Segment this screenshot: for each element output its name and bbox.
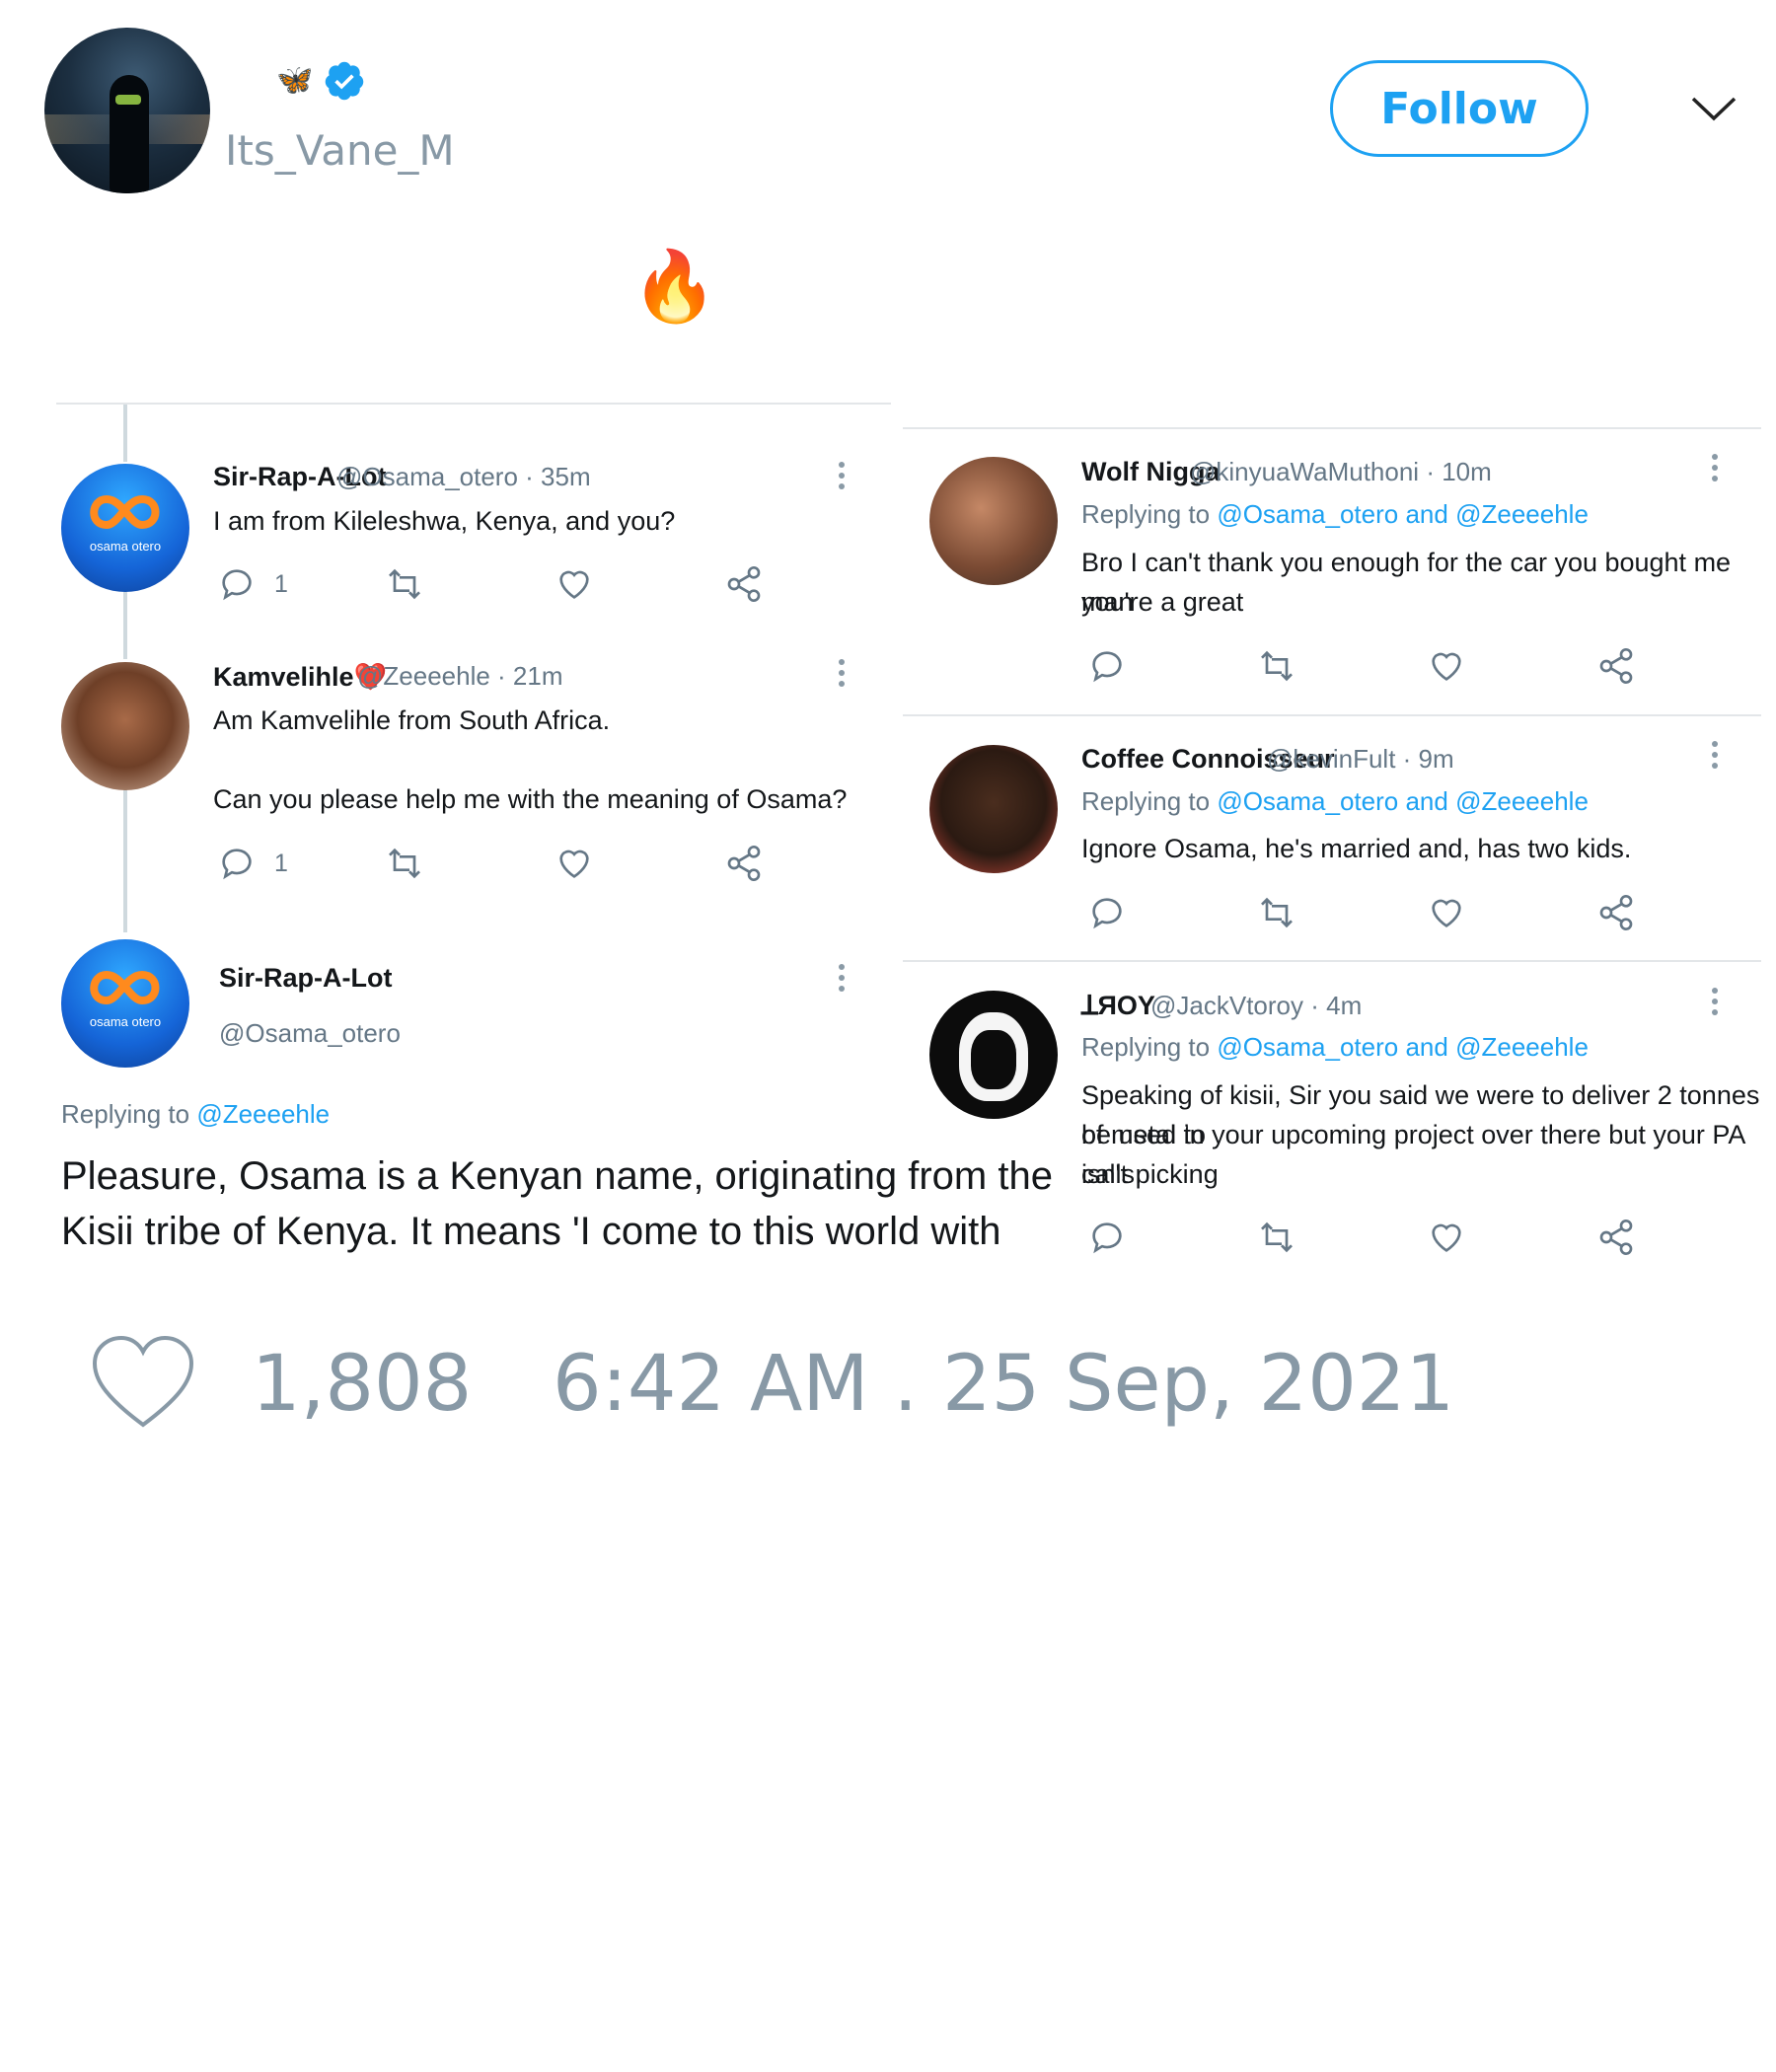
replying-to-label: Replying to xyxy=(1081,1032,1211,1062)
more-icon[interactable] xyxy=(1711,454,1719,487)
share-icon[interactable] xyxy=(724,844,764,883)
main-author-name[interactable]: Sir-Rap-A-Lot xyxy=(219,963,392,994)
author-display-name[interactable]: 🦋 xyxy=(276,61,366,101)
reply-author-handle[interactable]: @kevinFult xyxy=(1267,744,1395,774)
reply-author-handle[interactable]: @JackVtoroy xyxy=(1150,991,1303,1020)
reply-time: · 10m xyxy=(1426,457,1492,486)
reply-author-handle[interactable]: @kinyuaWaMuthoni xyxy=(1190,457,1419,486)
avatar[interactable] xyxy=(929,745,1058,873)
retweet-icon[interactable] xyxy=(1257,1218,1296,1257)
tweet-timestamp[interactable]: 6:42 AM . 25 Sep, 2021 xyxy=(553,1340,1454,1429)
infinity-logo-icon xyxy=(90,970,160,1005)
reply-time: · 21m xyxy=(497,661,563,691)
reply-count: 1 xyxy=(274,850,288,877)
divider xyxy=(56,403,891,405)
reply-text: Bro I can't thank you enough for the car… xyxy=(1081,548,1732,617)
replying-to-link[interactable]: @Zeeeehle xyxy=(1455,499,1589,529)
reply-icon[interactable] xyxy=(217,564,257,604)
follow-button[interactable]: Follow xyxy=(1330,60,1589,157)
replying-to-label: Replying to xyxy=(1081,499,1211,529)
retweet-icon[interactable] xyxy=(1257,893,1296,932)
more-icon[interactable] xyxy=(1711,988,1719,1021)
avatar-label: osama otero xyxy=(89,1014,162,1029)
like-icon[interactable] xyxy=(555,564,594,604)
reply-time: · 35m xyxy=(525,462,591,491)
thread-line xyxy=(123,592,127,659)
like-count: 1,808 xyxy=(252,1340,473,1429)
like-icon[interactable] xyxy=(555,844,594,883)
reply-icon[interactable] xyxy=(1087,1218,1127,1257)
more-icon[interactable] xyxy=(838,462,846,495)
reply-author-handle[interactable]: @Osama_otero xyxy=(336,462,518,491)
like-icon[interactable] xyxy=(1427,1218,1466,1257)
like-icon[interactable] xyxy=(1427,646,1466,686)
avatar[interactable]: osama otero xyxy=(61,939,189,1068)
reply-text: Can you please help me with the meaning … xyxy=(213,784,848,814)
retweet-icon[interactable] xyxy=(1257,646,1296,686)
avatar[interactable] xyxy=(61,662,189,790)
heart-icon[interactable] xyxy=(89,1334,197,1433)
share-icon[interactable] xyxy=(1596,646,1636,686)
avatar[interactable] xyxy=(929,991,1058,1119)
divider xyxy=(903,714,1761,716)
main-tweet-text: Kisii tribe of Kenya. It means 'I come t… xyxy=(61,1210,1001,1253)
share-icon[interactable] xyxy=(1596,893,1636,932)
reply-text: man xyxy=(1081,587,1134,617)
divider xyxy=(903,427,1761,429)
butterfly-emoji: 🦋 xyxy=(276,63,314,98)
like-icon[interactable] xyxy=(1427,893,1466,932)
reply-time: · 4m xyxy=(1310,991,1363,1020)
replying-and: and xyxy=(1405,786,1448,816)
divider xyxy=(903,960,1761,962)
thread-line xyxy=(123,405,127,462)
infinity-logo-icon xyxy=(90,494,160,530)
author-avatar[interactable] xyxy=(44,28,210,193)
share-icon[interactable] xyxy=(724,564,764,604)
replying-to-link[interactable]: @Zeeeehle xyxy=(1455,786,1589,816)
replying-to-link[interactable]: @Zeeeehle xyxy=(196,1099,330,1129)
retweet-icon[interactable] xyxy=(385,844,424,883)
share-icon[interactable] xyxy=(1596,1218,1636,1257)
reply-text: I am from Kileleshwa, Kenya, and you? xyxy=(213,506,676,536)
author-handle[interactable]: Its_Vane_M xyxy=(225,126,455,175)
reply-text: be used in your upcoming project over th… xyxy=(1081,1120,1744,1189)
replying-and: and xyxy=(1405,499,1448,529)
reply-icon[interactable] xyxy=(217,844,257,883)
verified-badge-icon xyxy=(326,61,364,101)
replying-to-link[interactable]: @Osama_otero xyxy=(1217,1032,1398,1062)
reply-text: calls. xyxy=(1081,1159,1143,1189)
replying-to-link[interactable]: @Osama_otero xyxy=(1217,786,1398,816)
more-icon[interactable] xyxy=(1711,741,1719,775)
more-icon[interactable] xyxy=(838,659,846,693)
retweet-icon[interactable] xyxy=(385,564,424,604)
reply-author-name[interactable]: ꓕЯOY xyxy=(1081,991,1155,1021)
reply-time: · 9m xyxy=(1402,744,1454,774)
replying-to-label: Replying to xyxy=(61,1099,190,1129)
reply-author-handle[interactable]: @Zeeeehle xyxy=(357,661,490,691)
reply-count: 1 xyxy=(274,570,288,598)
replying-to-label: Replying to xyxy=(1081,786,1211,816)
main-tweet-text: Pleasure, Osama is a Kenyan name, origin… xyxy=(61,1154,1053,1198)
reply-icon[interactable] xyxy=(1087,646,1127,686)
replying-to-link[interactable]: @Zeeeehle xyxy=(1455,1032,1589,1062)
main-author-handle[interactable]: @Osama_otero xyxy=(219,1018,401,1049)
avatar-label: osama otero xyxy=(89,539,162,554)
chevron-down-icon[interactable] xyxy=(1689,91,1739,126)
reply-text: Ignore Osama, he's married and, has two … xyxy=(1081,834,1632,863)
avatar[interactable]: osama otero xyxy=(61,464,189,592)
reply-text: Am Kamvelihle from South Africa. xyxy=(213,705,611,735)
replying-and: and xyxy=(1405,1032,1448,1062)
thread-line xyxy=(123,789,127,932)
reply-icon[interactable] xyxy=(1087,893,1127,932)
tweet-text: 🔥 xyxy=(631,246,718,327)
avatar[interactable] xyxy=(929,457,1058,585)
replying-to-link[interactable]: @Osama_otero xyxy=(1217,499,1398,529)
more-icon[interactable] xyxy=(838,964,846,998)
